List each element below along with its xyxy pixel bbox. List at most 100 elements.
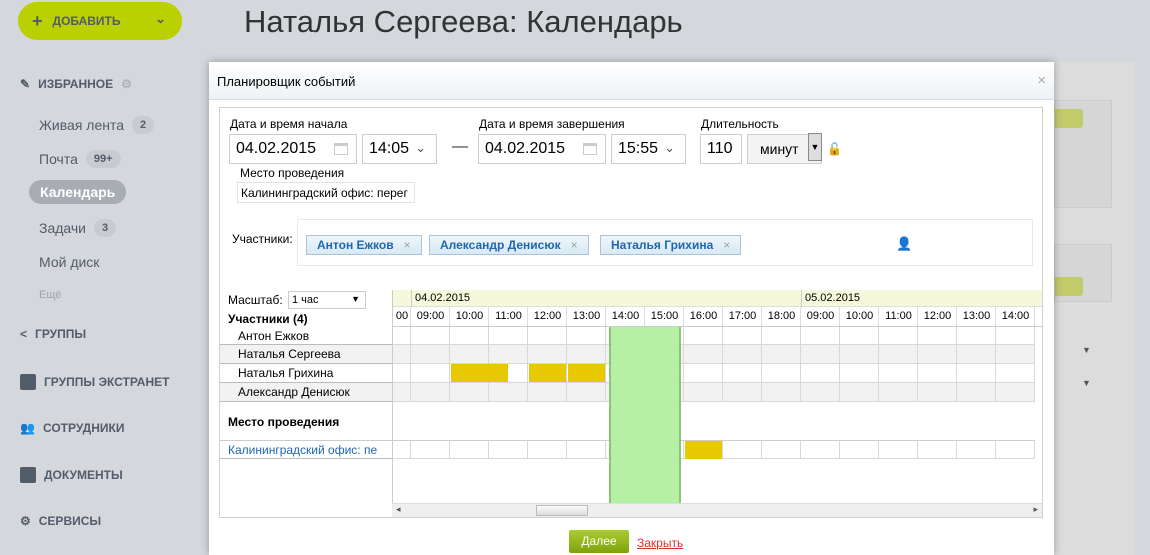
hour-label: 15:00 (650, 310, 679, 322)
member-row-label: Антон Ежков (220, 327, 392, 345)
grid-cell (957, 383, 996, 402)
grid-cell (684, 345, 723, 364)
sidebar-item-feed[interactable]: Живая лента 2 (39, 116, 155, 134)
grid-cell (489, 383, 528, 402)
sidebar-favorites[interactable]: ✎ ИЗБРАННОЕ ⚙ (20, 77, 132, 91)
sidebar-item-disk[interactable]: Мой диск (39, 254, 99, 270)
event-planner-dialog: Планировщик событий × Дата и время начал… (209, 62, 1054, 555)
location-label: Место проведения (240, 166, 345, 180)
grid-cell (762, 364, 801, 383)
scale-label: Масштаб: (228, 293, 283, 307)
grid-cell (762, 327, 801, 345)
end-label: Дата и время завершения (479, 117, 625, 131)
timeline[interactable]: 04.02.2015 05.02.2015 00 09:00 10:00 11:00 12:… (392, 290, 1042, 518)
grid-cell (723, 327, 762, 345)
sidebar-more[interactable]: Ещё (39, 289, 62, 301)
hour-label: 09:00 (806, 310, 835, 322)
range-dash: — (452, 138, 468, 155)
remove-icon[interactable]: × (723, 238, 730, 252)
busy-block (451, 364, 508, 382)
start-label: Дата и время начала (230, 117, 348, 131)
grid-cell (393, 383, 411, 402)
grid-cell (450, 440, 489, 459)
hour-label: 13:00 (962, 310, 991, 322)
grid-cell (879, 440, 918, 459)
grid-cell (393, 440, 411, 459)
lock-icon[interactable]: 🔓 (827, 142, 842, 156)
grid-cell (840, 440, 879, 459)
grid-cell (801, 345, 840, 364)
end-time-select[interactable]: 15:55 ⌄ (611, 134, 686, 164)
sidebar-groups[interactable]: < ГРУППЫ (20, 327, 86, 341)
grid-cell (411, 345, 450, 364)
horizontal-scrollbar[interactable]: ◂ ▸ (392, 503, 1042, 517)
gear-icon[interactable]: ⚙ (121, 77, 132, 91)
hour-label: 12:00 (923, 310, 952, 322)
sidebar-documents[interactable]: ДОКУМЕНТЫ (20, 467, 123, 483)
grid-cell (957, 364, 996, 383)
document-icon (20, 467, 36, 483)
grid-cell (918, 345, 957, 364)
hour-label: 11:00 (495, 310, 522, 322)
hour-label: 13:00 (572, 310, 601, 322)
participant-tag[interactable]: Наталья Грихина × (600, 235, 742, 255)
grid-cell (996, 327, 1035, 345)
start-time-select[interactable]: 14:05 ⌄ (362, 134, 437, 164)
sidebar-item-calendar[interactable]: Календарь (29, 180, 127, 204)
grid-cell (801, 364, 840, 383)
grid-cell (801, 440, 840, 459)
grid-cell (879, 383, 918, 402)
participant-tag[interactable]: Александр Денисюк × (429, 235, 589, 255)
grid-cell (450, 383, 489, 402)
add-button[interactable]: + ДОБАВИТЬ ⌄ (18, 2, 182, 40)
grid-cell (957, 345, 996, 364)
pin-icon: ✎ (20, 77, 31, 91)
grid-cell (528, 345, 567, 364)
hour-label: 18:00 (767, 310, 796, 322)
calendar-icon[interactable] (334, 143, 348, 155)
date-row (393, 290, 1042, 307)
grid-cell (762, 383, 801, 402)
grid-cell (684, 364, 723, 383)
dialog-title: Планировщик событий (209, 62, 1054, 100)
scale-select[interactable]: 1 час ▼ (288, 291, 366, 309)
end-date-input[interactable]: 04.02.2015 (478, 134, 606, 164)
gears-icon: ⚙ (20, 514, 31, 528)
grid-cell (489, 345, 528, 364)
next-button[interactable]: Далее (569, 530, 629, 553)
scroll-thumb[interactable] (536, 505, 588, 516)
grid-cell (411, 364, 450, 383)
remove-icon[interactable]: × (404, 238, 411, 252)
grid-cell (918, 440, 957, 459)
close-icon[interactable]: × (1037, 72, 1046, 89)
participants-label: Участники: (232, 232, 293, 246)
sidebar-services[interactable]: ⚙ СЕРВИСЫ (20, 514, 101, 528)
grid-cell (723, 440, 762, 459)
remove-icon[interactable]: × (571, 238, 578, 252)
member-row-label: Наталья Грихина (220, 364, 392, 383)
members-header: Участники (4) (228, 312, 308, 326)
busy-block (529, 364, 566, 382)
close-link[interactable]: Закрыть (637, 536, 683, 550)
grid-cell (801, 327, 840, 345)
grid-cell (411, 440, 450, 459)
grid-cell (996, 345, 1035, 364)
grid-cell (567, 383, 606, 402)
participant-tag[interactable]: Антон Ежков × (306, 235, 422, 255)
grid-cell (957, 327, 996, 345)
duration-unit-select[interactable]: минут ▼ (747, 133, 822, 164)
sidebar-extranet[interactable]: ГРУППЫ ЭКСТРАНЕТ (20, 374, 169, 390)
participants-box[interactable]: Антон Ежков × Александр Денисюк × Наталья … (297, 219, 1033, 266)
sidebar-item-tasks[interactable]: Задачи 3 (39, 219, 117, 237)
duration-input[interactable]: 110 (700, 134, 742, 164)
grid-cell (840, 327, 879, 345)
sidebar-item-mail[interactable]: Почта 99+ (39, 150, 121, 168)
start-date-input[interactable]: 04.02.2015 (229, 134, 357, 164)
sidebar-employees[interactable]: 👥 СОТРУДНИКИ (20, 421, 124, 435)
hour-label: 11:00 (885, 310, 912, 322)
add-user-icon[interactable]: 👤 (896, 236, 912, 252)
calendar-icon[interactable] (583, 143, 597, 155)
grid-cell (411, 327, 450, 345)
location-input[interactable]: Калининградский офис: перег (237, 182, 415, 203)
hour-label: 16:00 (689, 310, 718, 322)
